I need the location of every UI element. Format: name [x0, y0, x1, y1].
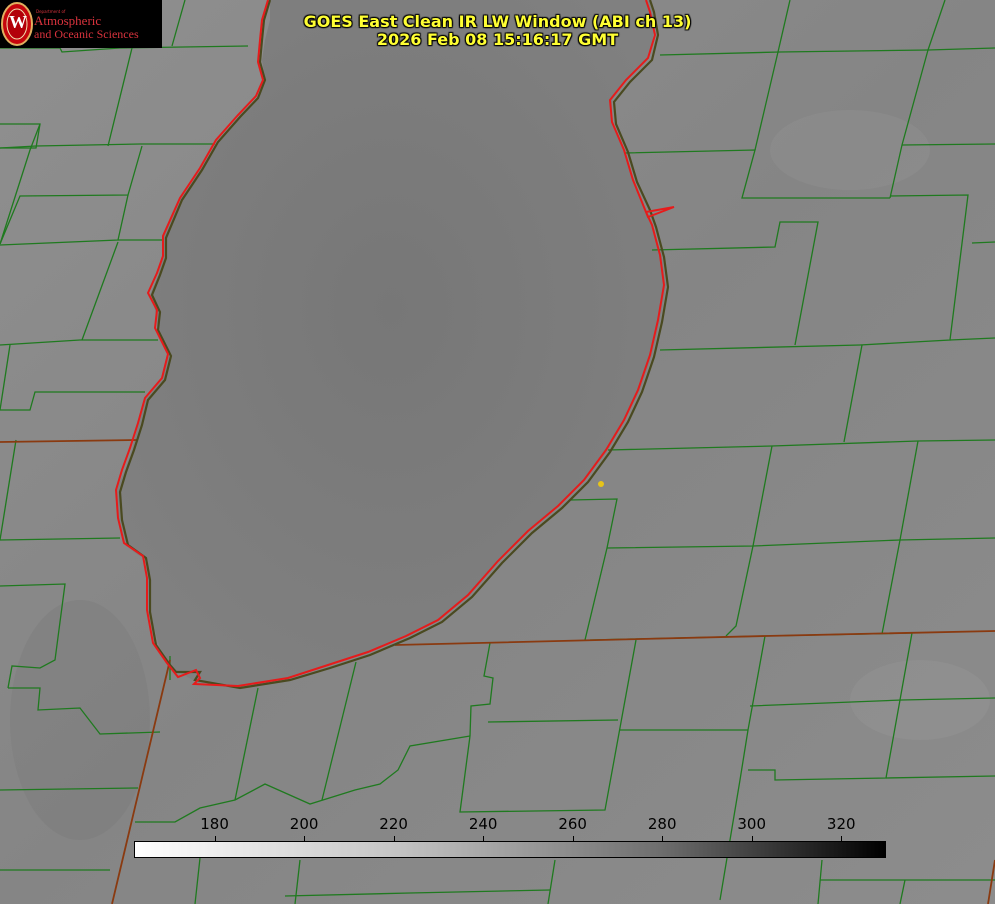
location-marker: [598, 481, 604, 487]
colorbar-tick-mark: [483, 836, 485, 841]
colorbar-tick-mark: [662, 836, 664, 841]
colorbar-tick-mark: [751, 836, 753, 841]
colorbar-tick-mark: [214, 836, 216, 841]
colorbar-tick-label: 280: [647, 815, 677, 833]
colorbar-tick-label: 220: [379, 815, 408, 833]
colorbar: [134, 841, 886, 858]
colorbar-tick-mark: [393, 836, 395, 841]
colorbar-tick-label: 200: [289, 815, 319, 833]
colorbar-tick-label: 180: [200, 815, 229, 833]
colorbar-tick-label: 300: [737, 815, 767, 833]
colorbar-tick-mark: [572, 836, 574, 841]
colorbar-tick-label: 260: [558, 815, 587, 833]
colorbar-tick-label: 320: [826, 815, 856, 833]
colorbar-tick-mark: [304, 836, 306, 841]
colorbar-tick-mark: [841, 836, 843, 841]
image-title: GOES East Clean IR LW Window (ABI ch 13): [303, 12, 692, 31]
colorbar-tick-label: 240: [468, 815, 498, 833]
image-timestamp: 2026 Feb 08 15:16:17 GMT: [376, 30, 619, 49]
satellite-ir-map: [0, 0, 995, 904]
